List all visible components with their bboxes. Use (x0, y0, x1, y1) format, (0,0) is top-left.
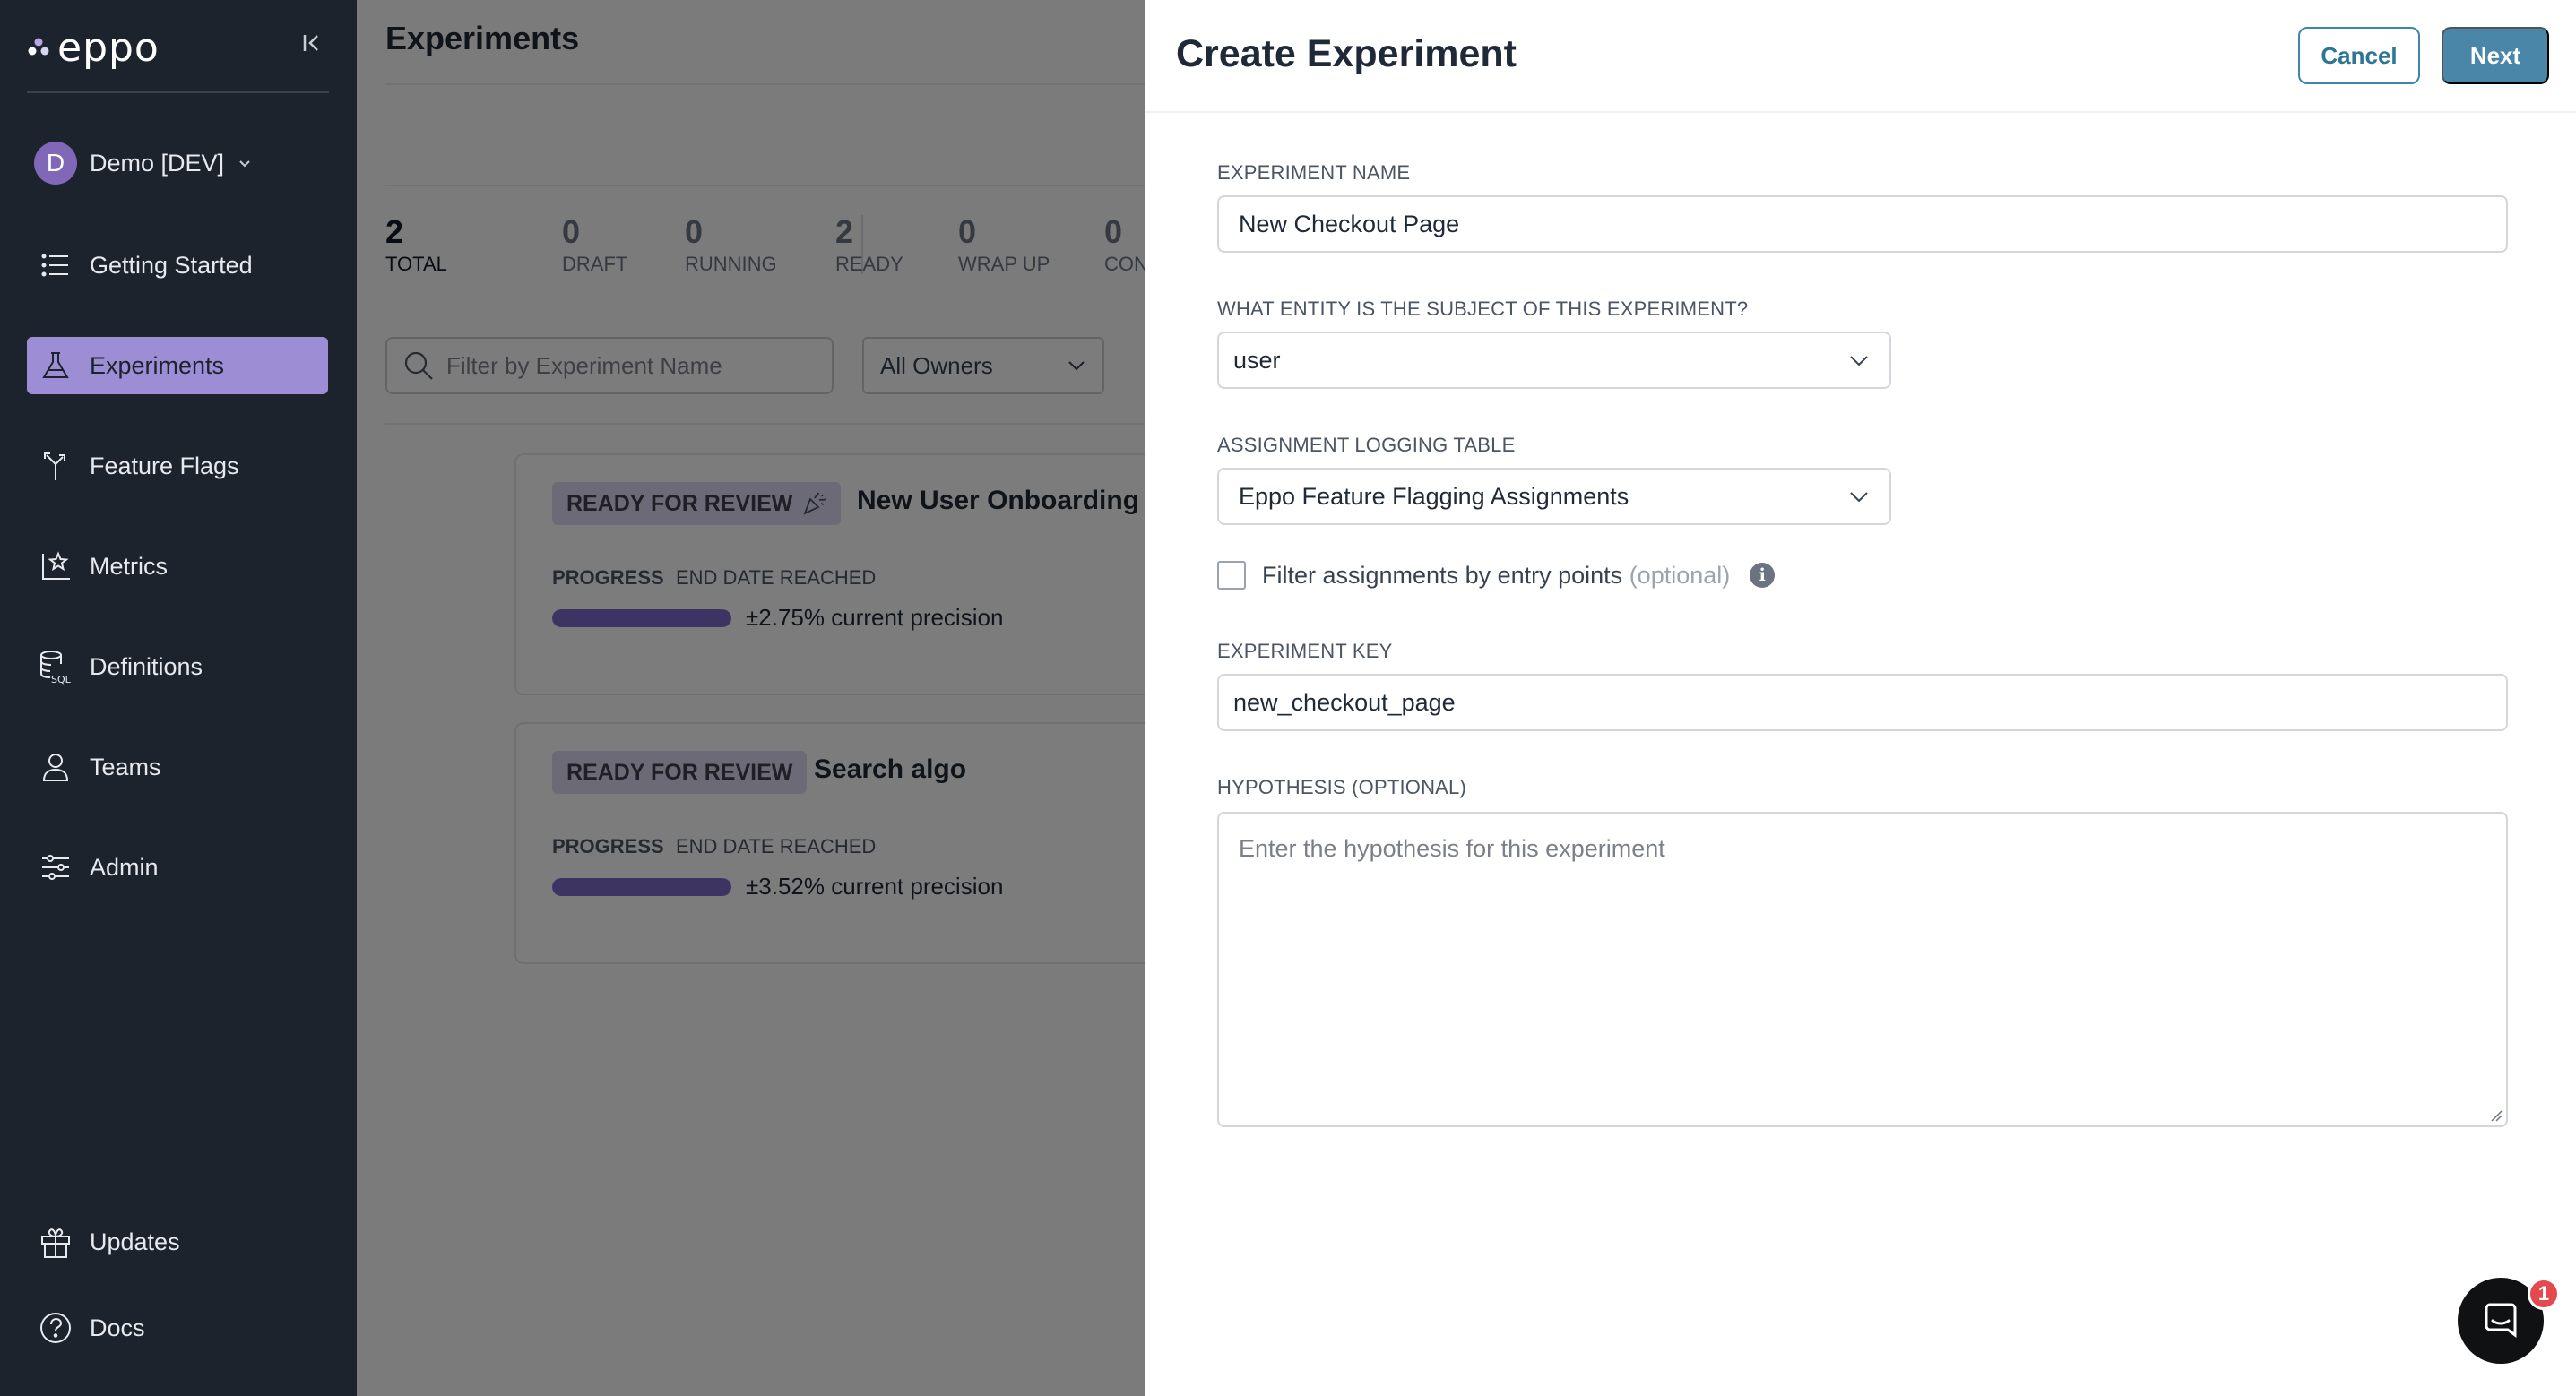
sidebar-item-label: Metrics (90, 552, 168, 580)
create-experiment-drawer: Create Experiment Cancel Next EXPERIMENT… (1145, 0, 2576, 1396)
logging-table-select[interactable]: Eppo Feature Flagging Assignments (1217, 468, 1891, 525)
cancel-button[interactable]: Cancel (2298, 27, 2420, 84)
chat-notification-badge: 1 (2528, 1278, 2560, 1310)
entry-points-label: Filter assignments by entry points (opti… (1262, 561, 1731, 589)
sidebar-item-getting-started[interactable]: Getting Started (27, 237, 328, 294)
next-button[interactable]: Next (2442, 27, 2549, 84)
eppo-flower-icon (28, 38, 49, 55)
entity-label: WHAT ENTITY IS THE SUBJECT OF THIS EXPER… (1217, 297, 1749, 320)
hypothesis-textarea[interactable]: Enter the hypothesis for this experiment (1217, 812, 2508, 1127)
sidebar-item-label: Definitions (90, 652, 203, 680)
entry-points-checkbox[interactable] (1217, 561, 1246, 590)
sidebar-item-label: Experiments (90, 351, 225, 379)
experiment-key-value: new_checkout_page (1233, 688, 1456, 716)
entity-select[interactable]: user (1217, 332, 1891, 389)
drawer-header: Create Experiment Cancel Next (1145, 0, 2576, 113)
collapse-sidebar-icon[interactable] (299, 30, 324, 56)
chevron-down-icon (1850, 356, 1868, 366)
experiment-name-label: EXPERIMENT NAME (1217, 161, 1411, 184)
entity-select-value: user (1233, 346, 1281, 374)
sidebar-item-updates[interactable]: Updates (27, 1213, 328, 1271)
info-icon[interactable]: i (1750, 563, 1776, 588)
resize-handle-icon[interactable] (2490, 1109, 2503, 1122)
flag-branch-icon (38, 448, 73, 484)
sidebar-item-label: Docs (90, 1314, 145, 1341)
eppo-logo[interactable]: eppo (27, 25, 160, 71)
help-circle-icon (38, 1310, 73, 1346)
logging-table-label: ASSIGNMENT LOGGING TABLE (1217, 434, 1516, 456)
entry-points-filter-row: Filter assignments by entry points (opti… (1217, 561, 1776, 590)
sidebar-item-feature-flags[interactable]: Feature Flags (27, 437, 328, 495)
sidebar-divider (27, 91, 329, 93)
sidebar-item-experiments[interactable]: Experiments (27, 337, 328, 394)
logging-table-value: Eppo Feature Flagging Assignments (1239, 482, 1629, 510)
sidebar-item-label: Feature Flags (90, 452, 239, 479)
sidebar-item-metrics[interactable]: Metrics (27, 538, 328, 595)
modal-backdrop[interactable] (357, 0, 1145, 1396)
sidebar-item-docs[interactable]: Docs (27, 1299, 328, 1357)
chat-icon (2485, 1303, 2517, 1338)
sidebar-item-label: Getting Started (90, 251, 253, 279)
list-icon (38, 247, 73, 283)
drawer-title: Create Experiment (1176, 32, 1517, 75)
sidebar-item-definitions[interactable]: SQL Definitions (27, 638, 328, 695)
hypothesis-label: HYPOTHESIS (OPTIONAL) (1217, 776, 1467, 798)
experiment-key-label: EXPERIMENT KEY (1217, 640, 1393, 662)
sliders-icon (38, 849, 73, 885)
chevron-down-icon (239, 160, 250, 168)
chevron-down-icon (1850, 492, 1868, 503)
optional-label: (optional) (1629, 561, 1731, 589)
logo-text: eppo (57, 25, 160, 71)
experiment-key-input[interactable]: new_checkout_page (1217, 674, 2508, 731)
users-icon (38, 749, 73, 785)
sidebar-item-label: Updates (90, 1228, 180, 1255)
workspace-label: Demo [DEV] (90, 149, 225, 177)
workspace-avatar: D (34, 142, 77, 185)
flask-icon (38, 348, 73, 383)
hypothesis-placeholder: Enter the hypothesis for this experiment (1239, 835, 1665, 862)
svg-text:SQL: SQL (51, 674, 72, 685)
sidebar-item-label: Admin (90, 853, 159, 881)
experiment-name-value: New Checkout Page (1239, 210, 1460, 237)
database-sql-icon: SQL (38, 649, 73, 685)
sidebar: eppo D Demo [DEV] Getting Started Experi… (0, 0, 357, 1396)
sidebar-item-teams[interactable]: Teams (27, 738, 328, 796)
sidebar-item-label: Teams (90, 753, 161, 780)
experiment-name-input[interactable]: New Checkout Page (1217, 195, 2508, 253)
gift-icon (38, 1224, 73, 1260)
sidebar-item-admin[interactable]: Admin (27, 839, 328, 896)
workspace-switcher[interactable]: D Demo [DEV] (34, 142, 253, 185)
chart-star-icon (38, 548, 73, 584)
